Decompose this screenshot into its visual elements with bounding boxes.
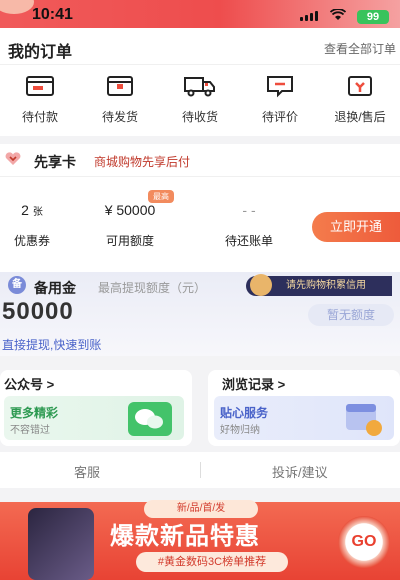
withdraw-link[interactable]: 直接提现,快速到账 [2, 336, 101, 353]
orders-card: 我的订单 查看全部订单 待付款 待发货 待收货 待评价 退换/售后 [0, 28, 400, 136]
divider [0, 64, 400, 65]
order-pending-receipt[interactable]: 待收货 [164, 74, 236, 125]
bill-value: - - [242, 202, 256, 218]
promo-line2: 好物归纳 [220, 425, 260, 436]
order-pending-payment[interactable]: 待付款 [4, 74, 76, 125]
truck-icon [184, 77, 215, 97]
order-item-label: 待发货 [101, 110, 138, 124]
divider [0, 176, 400, 177]
signal-icon [300, 11, 318, 21]
order-pending-shipment[interactable]: 待发货 [84, 74, 156, 125]
reserve-fund-card: 备 备用金 最高提现额度（元） 请先购物积累信用 50000 暂无额度 直接提现… [0, 272, 400, 356]
avatar[interactable] [0, 0, 34, 14]
coupons-unit: 张 [32, 207, 43, 218]
go-button[interactable]: GO [338, 516, 390, 568]
banner-subtitle: #黄金数码3C榜单推荐 [136, 552, 288, 572]
reserve-amount: 50000 [2, 298, 74, 325]
box-icon [107, 76, 133, 96]
history-promo[interactable]: 贴心服务 好物归纳 [214, 396, 394, 440]
promo-line1: 更多精彩 [10, 406, 59, 420]
coupons-stat[interactable]: 2 张 优惠券 [4, 202, 60, 249]
coupons-value: 2 [21, 202, 29, 218]
official-account-promo[interactable]: 更多精彩 不容错过 [4, 396, 184, 440]
promo-line1: 贴心服务 [220, 406, 269, 420]
gold-coin-icon [250, 274, 272, 296]
no-limit-button[interactable]: 暂无额度 [308, 304, 394, 326]
phone-image [28, 508, 94, 580]
history-title[interactable]: 浏览记录 > [222, 374, 285, 393]
credit-label: 可用额度 [105, 234, 154, 248]
order-returns[interactable]: 退换/售后 [324, 74, 396, 125]
open-now-button[interactable]: 立即开通 [312, 212, 400, 242]
order-item-label: 待评价 [261, 110, 298, 124]
vip-subtitle[interactable]: 商城购物先享后付 [94, 153, 190, 170]
wifi-icon [329, 8, 347, 24]
bill-label: 待还账单 [224, 234, 273, 248]
vip-title: 先享卡 [34, 154, 76, 170]
battery-icon: 99 [357, 10, 389, 24]
heart-icon [5, 152, 21, 165]
official-account-title[interactable]: 公众号 > [4, 374, 54, 393]
order-pending-review[interactable]: 待评价 [244, 74, 316, 125]
order-item-label: 待收货 [181, 110, 218, 124]
status-time: 10:41 [32, 6, 73, 23]
customer-service-link[interactable]: 客服 [74, 462, 100, 481]
coupons-label: 优惠券 [13, 234, 50, 248]
footer-links: 客服 投诉/建议 [0, 452, 400, 488]
promo-banner[interactable]: 新/品/首/发 爆款新品特惠 #黄金数码3C榜单推荐 GO [0, 494, 400, 580]
reserve-subtitle: 最高提现额度（元） [98, 281, 207, 295]
credit-stat[interactable]: ¥ 50000 可用额度 [84, 202, 176, 249]
complaint-link[interactable]: 投诉/建议 [272, 462, 328, 481]
history-card[interactable]: 浏览记录 > 贴心服务 好物归纳 [208, 370, 400, 446]
orders-title: 我的订单 [8, 44, 73, 61]
bill-stat[interactable]: - - 待还账单 [206, 202, 292, 249]
reserve-coin-icon: 备 [8, 276, 26, 294]
view-all-orders-link[interactable]: 查看全部订单 [324, 40, 396, 57]
comment-icon [267, 76, 293, 98]
banner-headline: 爆款新品特惠 [110, 523, 260, 550]
return-icon [348, 76, 372, 96]
wechat-icon [128, 402, 172, 436]
reserve-title: 备用金 [34, 280, 76, 296]
official-account-card[interactable]: 公众号 > 更多精彩 不容错过 [0, 370, 192, 446]
promo-line2: 不容错过 [10, 425, 50, 436]
divider [200, 462, 201, 478]
wallet-icon [26, 76, 54, 96]
status-bar: 10:41 99 [0, 0, 400, 28]
order-item-label: 退换/售后 [334, 110, 386, 124]
calendar-icon [346, 404, 382, 436]
credit-value: ¥ 50000 [104, 202, 156, 218]
order-item-label: 待付款 [21, 110, 58, 124]
